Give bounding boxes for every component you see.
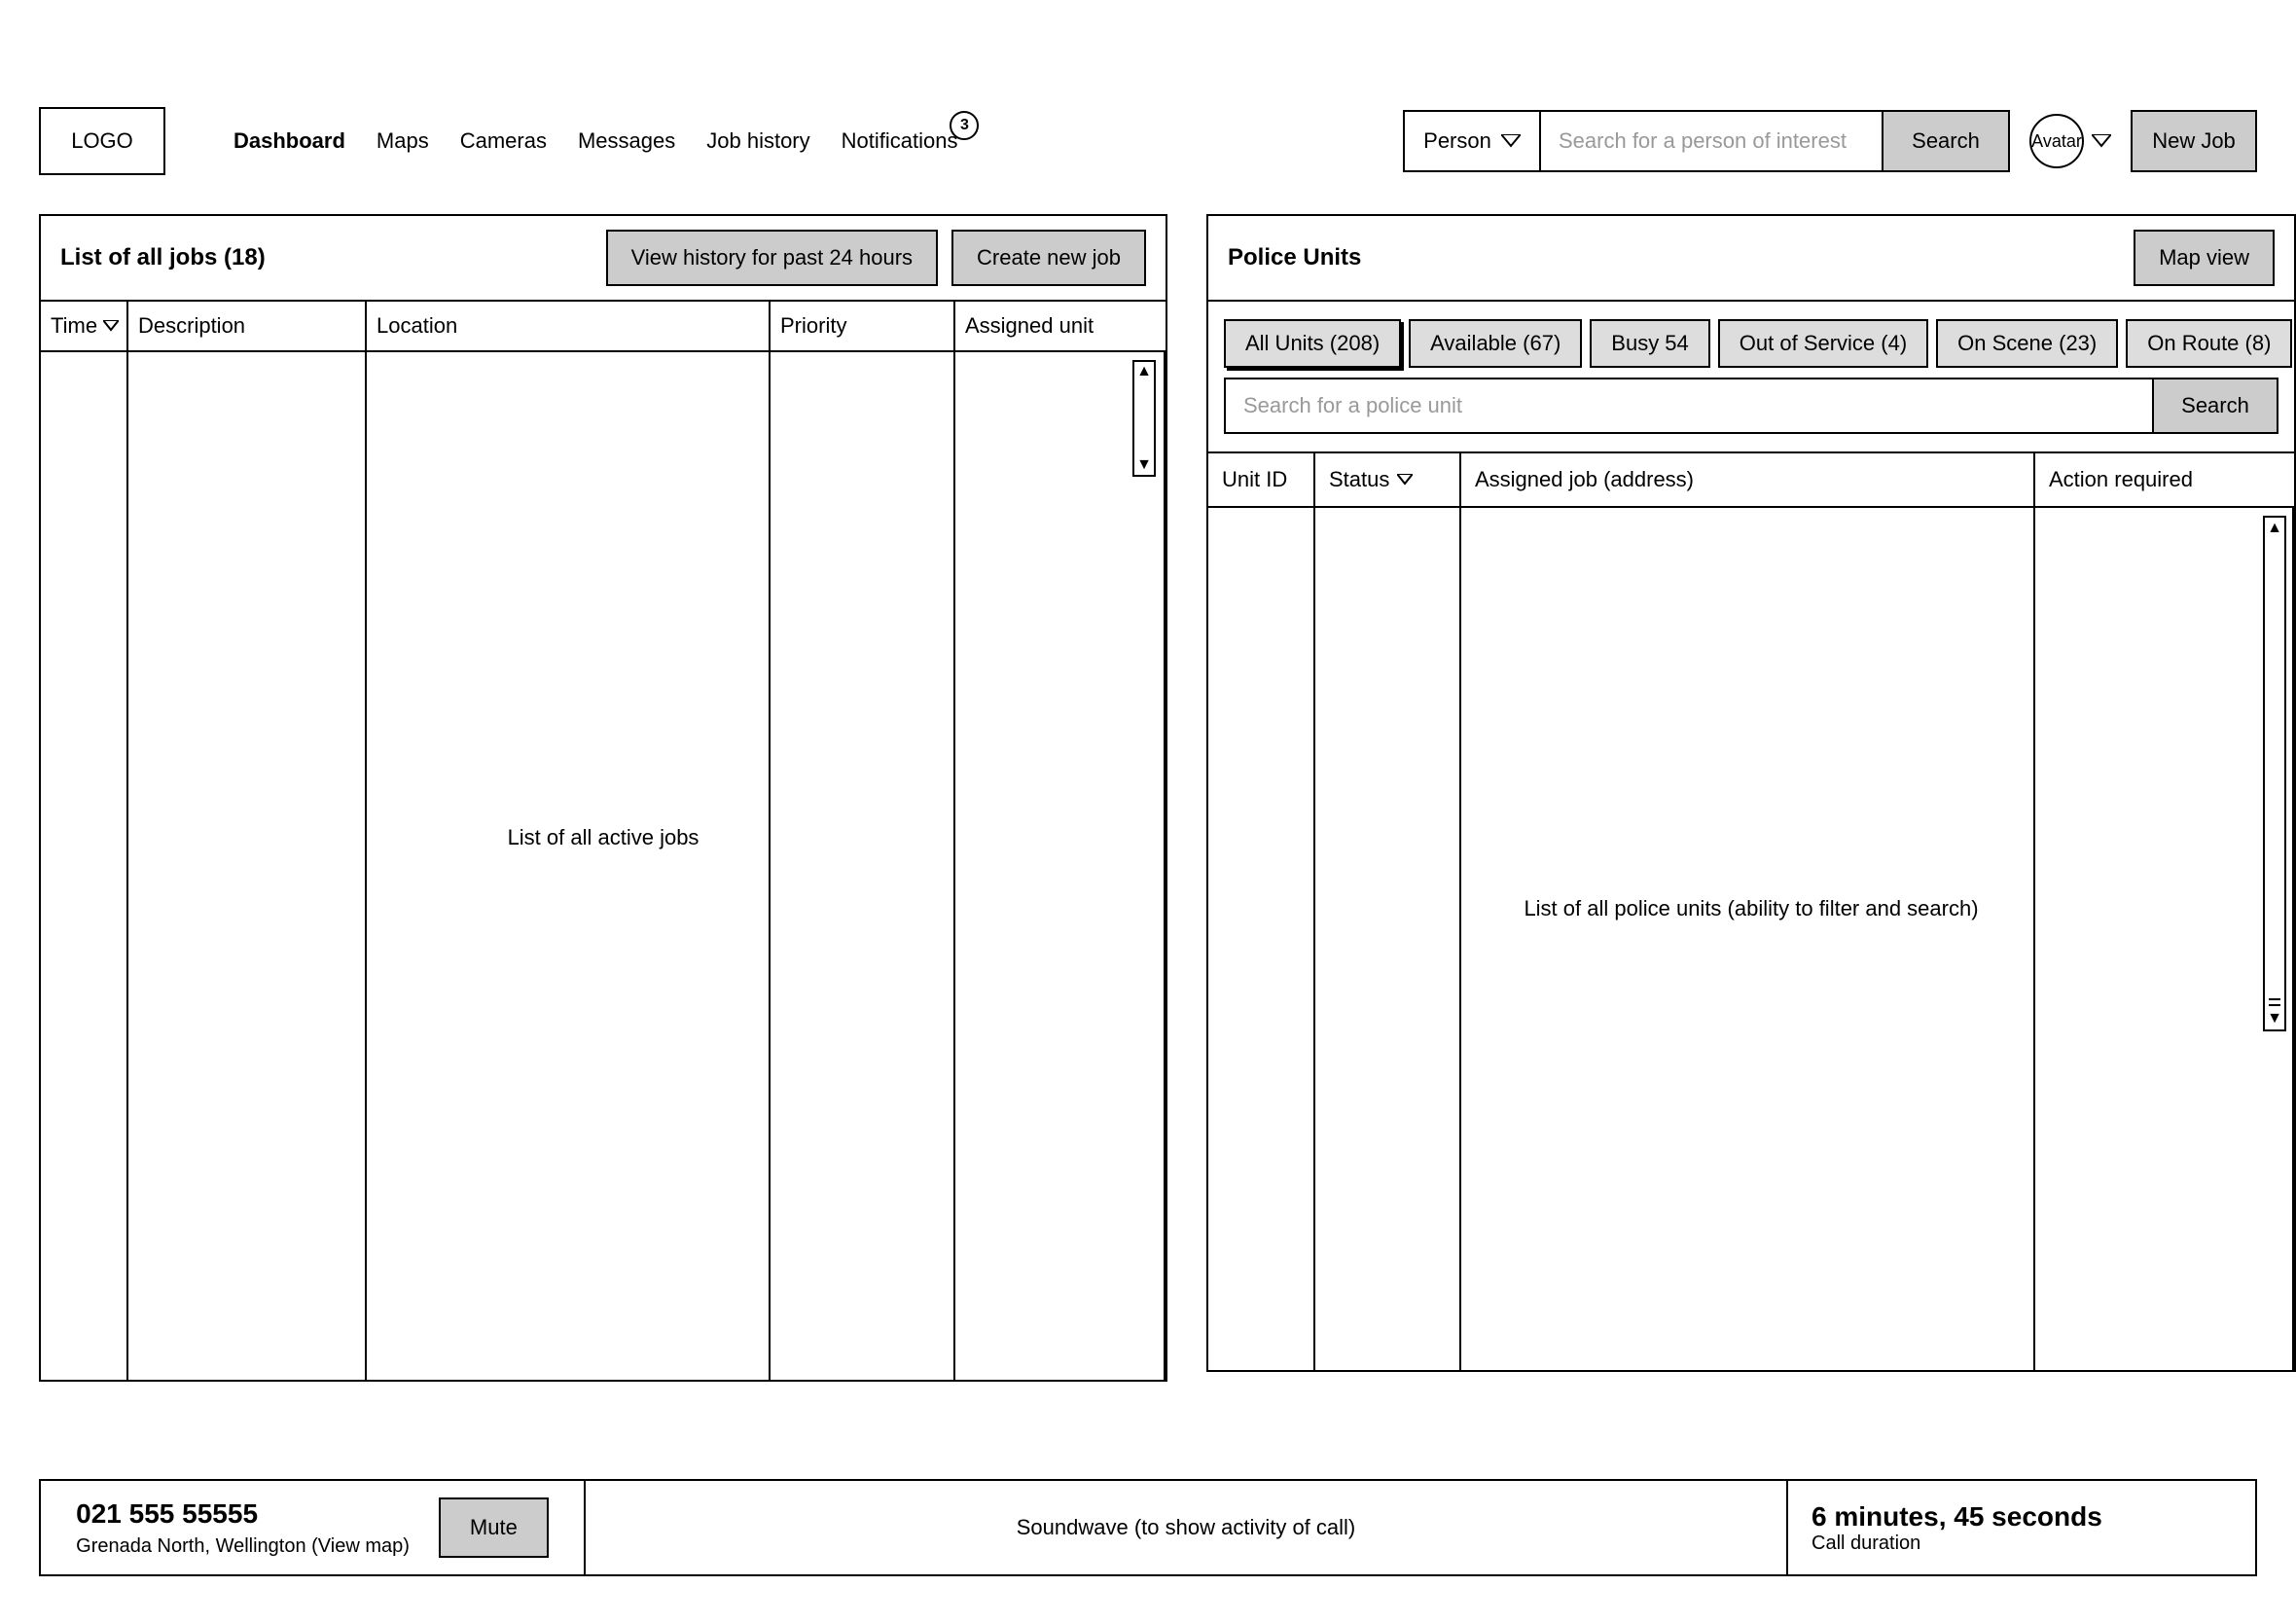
header-right: Person Search Avatar New Job [1403, 110, 2257, 172]
search-button[interactable]: Search [1882, 112, 2008, 170]
units-scrollbar[interactable]: ▲ ▼ [2263, 516, 2286, 1031]
units-body-col-job [1461, 508, 2035, 1370]
units-placeholder-text: List of all police units (ability to fil… [1208, 896, 2294, 921]
jobs-panel: List of all jobs (18) View history for p… [39, 214, 1167, 1382]
sort-icon [1397, 474, 1413, 486]
call-duration-label: Call duration [1812, 1533, 2232, 1555]
new-job-button[interactable]: New Job [2131, 110, 2257, 172]
search-type-dropdown[interactable]: Person [1405, 112, 1541, 170]
nav-cameras[interactable]: Cameras [460, 128, 547, 154]
avatar-menu[interactable]: Avatar [2029, 114, 2111, 168]
sort-icon [103, 320, 119, 332]
units-col-assigned-job[interactable]: Assigned job (address) [1461, 453, 2035, 506]
units-col-action[interactable]: Action required [2035, 453, 2294, 506]
unit-search: Search [1208, 378, 2294, 451]
units-table-header: Unit ID Status Assigned job (address) Ac… [1208, 453, 2294, 508]
nav-messages[interactable]: Messages [578, 128, 675, 154]
nav-job-history[interactable]: Job history [706, 128, 809, 154]
soundwave-section: Soundwave (to show activity of call) [586, 1481, 1788, 1574]
avatar-icon: Avatar [2029, 114, 2084, 168]
jobs-body-col-unit: ▲ ▼ [955, 352, 1166, 1380]
jobs-body-col-prio [771, 352, 955, 1380]
units-col-status[interactable]: Status [1315, 453, 1461, 506]
jobs-body-col-loc [367, 352, 771, 1380]
search-type-label: Person [1423, 128, 1491, 154]
chevron-down-icon [1501, 134, 1521, 148]
units-panel: Police Units Map view All Units (208) Av… [1206, 214, 2296, 1372]
notifications-count-badge: 3 [950, 111, 979, 140]
nav-notifications-label: Notifications [842, 128, 958, 154]
mute-button[interactable]: Mute [439, 1497, 549, 1558]
call-bar: 021 555 55555 Grenada North, Wellington … [39, 1479, 2257, 1576]
create-job-button[interactable]: Create new job [951, 230, 1146, 286]
jobs-placeholder-text: List of all active jobs [41, 825, 1166, 850]
units-col-status-label: Status [1329, 467, 1389, 492]
unit-status-filters: All Units (208) Available (67) Busy 54 O… [1208, 302, 2294, 378]
scroll-down-icon[interactable]: ▼ [2267, 1008, 2282, 1029]
main-nav: Dashboard Maps Cameras Messages Job hist… [233, 128, 957, 154]
units-body-col-status [1315, 508, 1461, 1370]
app-header: LOGO Dashboard Maps Cameras Messages Job… [0, 0, 2296, 214]
jobs-body-col-desc [128, 352, 367, 1380]
nav-maps[interactable]: Maps [377, 128, 429, 154]
duration-section: 6 minutes, 45 seconds Call duration [1788, 1481, 2255, 1574]
logo: LOGO [39, 107, 165, 175]
filter-busy[interactable]: Busy 54 [1590, 319, 1710, 368]
scroll-up-icon[interactable]: ▲ [1136, 364, 1152, 379]
jobs-body-col-time [41, 352, 128, 1380]
units-body-col-action: ▲ ▼ [2035, 508, 2294, 1370]
units-table-body: ▲ ▼ List of all police units (ability to… [1208, 508, 2294, 1370]
map-view-button[interactable]: Map view [2134, 230, 2275, 286]
jobs-table-header: Time Description Location Priority Assig… [41, 302, 1166, 352]
filter-on-scene[interactable]: On Scene (23) [1936, 319, 2118, 368]
scroll-up-icon[interactable]: ▲ [2267, 518, 2282, 539]
jobs-scrollbar[interactable]: ▲ ▼ [1132, 360, 1156, 477]
caller-phone: 021 555 55555 [76, 1498, 410, 1530]
global-search: Person Search [1403, 110, 2010, 172]
filter-out-of-service[interactable]: Out of Service (4) [1718, 319, 1928, 368]
caller-info: 021 555 55555 Grenada North, Wellington … [76, 1498, 410, 1558]
jobs-col-priority[interactable]: Priority [771, 302, 955, 350]
jobs-col-assigned-unit[interactable]: Assigned unit [955, 302, 1166, 350]
scroll-tick [2269, 998, 2280, 1000]
jobs-panel-title: List of all jobs (18) [60, 244, 266, 271]
unit-search-input[interactable] [1224, 378, 2152, 434]
units-table: Unit ID Status Assigned job (address) Ac… [1208, 451, 2294, 1370]
nav-dashboard[interactable]: Dashboard [233, 128, 345, 154]
filter-available[interactable]: Available (67) [1409, 319, 1582, 368]
jobs-col-time[interactable]: Time [41, 302, 128, 350]
chevron-down-icon [2092, 134, 2111, 148]
units-panel-title: Police Units [1228, 244, 1361, 271]
units-body-col-id [1208, 508, 1315, 1370]
jobs-col-description[interactable]: Description [128, 302, 367, 350]
units-panel-header: Police Units Map view [1208, 216, 2294, 302]
scroll-track[interactable] [1134, 397, 1154, 457]
jobs-col-time-label: Time [51, 313, 97, 339]
filter-on-route[interactable]: On Route (8) [2126, 319, 2292, 368]
view-history-button[interactable]: View history for past 24 hours [606, 230, 938, 286]
scroll-tick [2269, 1004, 2280, 1006]
jobs-table-body: ▲ ▼ List of all active jobs [41, 352, 1166, 1380]
call-duration-value: 6 minutes, 45 seconds [1812, 1501, 2232, 1533]
jobs-col-location[interactable]: Location [367, 302, 771, 350]
search-input[interactable] [1541, 112, 1882, 170]
scroll-down-icon[interactable]: ▼ [1136, 457, 1152, 473]
nav-notifications[interactable]: Notifications 3 [842, 128, 958, 154]
jobs-panel-header: List of all jobs (18) View history for p… [41, 216, 1166, 302]
main-content: List of all jobs (18) View history for p… [0, 214, 2296, 1382]
units-col-id[interactable]: Unit ID [1208, 453, 1315, 506]
filter-all-units[interactable]: All Units (208) [1224, 319, 1401, 368]
caller-location[interactable]: Grenada North, Wellington (View map) [76, 1535, 410, 1558]
unit-search-button[interactable]: Search [2152, 378, 2278, 434]
caller-section: 021 555 55555 Grenada North, Wellington … [41, 1481, 586, 1574]
soundwave-label: Soundwave (to show activity of call) [1017, 1515, 1356, 1540]
